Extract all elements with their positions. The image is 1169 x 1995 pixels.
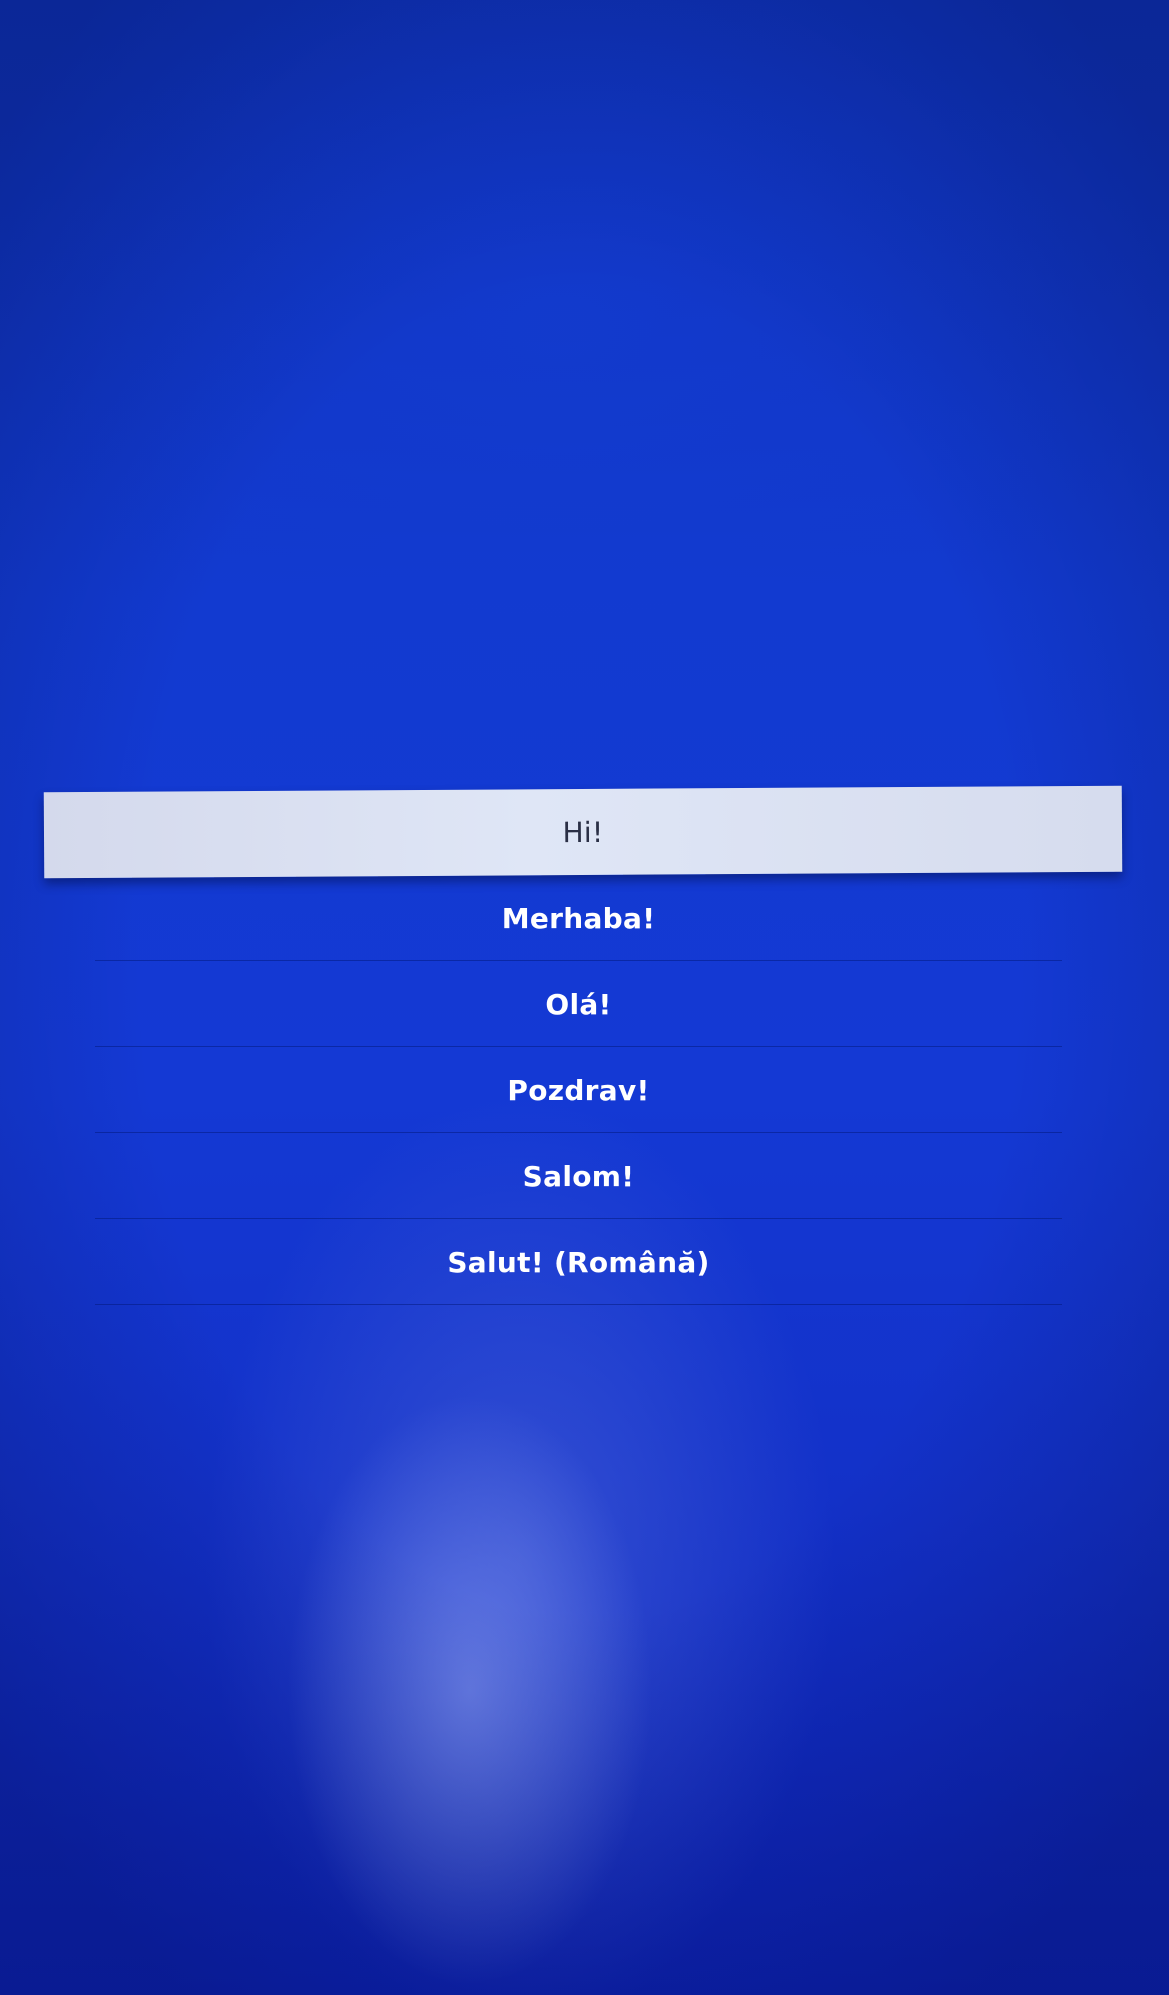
greeting-label: Hi! [562, 815, 604, 849]
greeting-label: Salom! [522, 1159, 635, 1193]
greeting-option-salut-romana[interactable]: Salut! (Română) [95, 1219, 1062, 1305]
tv-setup-screen: Hi! Merhaba! Olá! Pozdrav! Salom! Salut!… [0, 0, 1169, 1995]
greeting-label: Merhaba! [501, 901, 656, 935]
greeting-label: Olá! [545, 987, 612, 1021]
greeting-label: Salut! (Română) [447, 1245, 710, 1279]
greeting-option-hi[interactable]: Hi! [43, 785, 1123, 879]
greeting-option-ola[interactable]: Olá! [95, 961, 1062, 1047]
greeting-label: Pozdrav! [507, 1073, 650, 1107]
greeting-option-salom[interactable]: Salom! [95, 1133, 1062, 1219]
greeting-option-pozdrav[interactable]: Pozdrav! [95, 1047, 1062, 1133]
divider [95, 1304, 1062, 1305]
greeting-option-merhaba[interactable]: Merhaba! [95, 875, 1062, 961]
